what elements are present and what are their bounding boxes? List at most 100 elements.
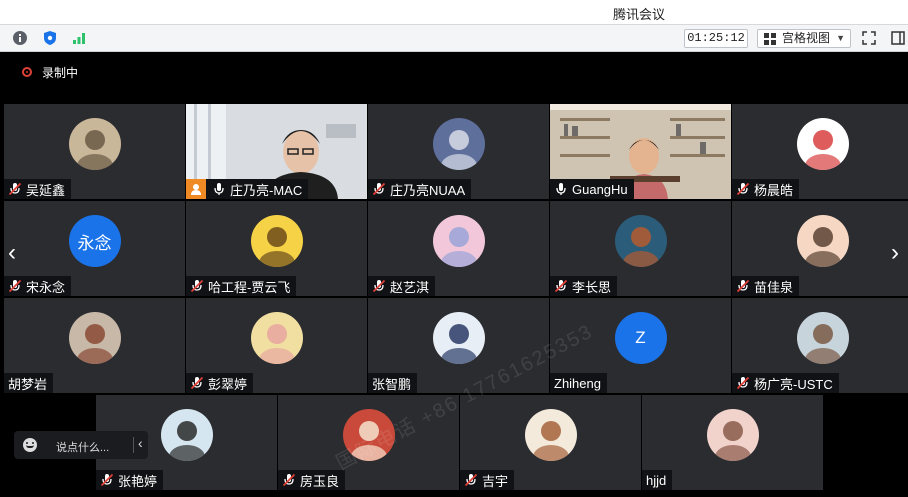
avatar xyxy=(68,312,121,364)
microphone-icon xyxy=(556,183,566,195)
participant-name-bar: 杨广亮-USTC xyxy=(732,373,839,393)
participant-name: 彭翠婷 xyxy=(208,376,248,392)
participant-tile[interactable]: hjjd xyxy=(642,395,823,490)
avatar xyxy=(796,312,849,364)
avatar: Z xyxy=(614,312,667,364)
sidebar-icon[interactable] xyxy=(890,30,906,46)
mic-muted-icon xyxy=(736,376,750,390)
avatar xyxy=(160,409,213,461)
participant-tile[interactable]: 房玉良 xyxy=(278,395,459,490)
participant-name: 张艳婷 xyxy=(118,473,158,489)
participant-tile[interactable]: 赵艺淇 xyxy=(368,201,549,296)
recording-label: 录制中 xyxy=(42,65,79,80)
chevron-down-icon: ▼ xyxy=(836,33,845,43)
participant-tile[interactable]: 彭翠婷 xyxy=(186,298,367,393)
info-icon[interactable] xyxy=(12,30,28,46)
participant-tile[interactable]: 永念 宋永念 xyxy=(4,201,185,296)
participant-tile[interactable]: 胡梦岩 xyxy=(4,298,185,393)
participant-name: 杨广亮-USTC xyxy=(754,376,833,392)
participant-name: 吉宇 xyxy=(482,473,509,489)
record-icon xyxy=(22,67,32,77)
participant-tile[interactable]: 杨晨皓 xyxy=(732,104,908,199)
avatar xyxy=(342,409,395,461)
chevron-left-icon[interactable]: ‹ xyxy=(138,435,143,451)
participant-name: 苗佳泉 xyxy=(754,279,794,295)
mic-muted-icon xyxy=(736,182,750,196)
participant-name: 宋永念 xyxy=(26,279,66,295)
chevron-left-icon[interactable]: ‹ xyxy=(3,238,21,268)
grid-view-icon xyxy=(764,33,776,50)
participant-name: Zhiheng xyxy=(554,375,601,391)
participant-name: hjjd xyxy=(646,472,667,488)
avatar xyxy=(250,312,303,364)
divider xyxy=(133,437,134,453)
participant-tile[interactable]: 庄乃亮NUAA xyxy=(368,104,549,199)
recording-indicator[interactable]: 录制中 xyxy=(22,64,78,80)
window-titlebar: 腾讯会议 xyxy=(0,0,908,25)
participant-name-bar: 赵艺淇 xyxy=(368,276,436,296)
avatar xyxy=(796,215,849,267)
mic-muted-icon xyxy=(190,376,204,390)
participant-name-bar: 李长思 xyxy=(550,276,618,296)
avatar xyxy=(432,312,485,364)
participant-tile[interactable]: 张智鹏 xyxy=(368,298,549,393)
mic-muted-icon xyxy=(372,182,386,196)
mic-muted-icon xyxy=(8,182,22,196)
participant-name-bar: 张智鹏 xyxy=(368,373,418,393)
mic-muted-icon xyxy=(554,279,568,293)
mic-muted-icon xyxy=(464,473,478,487)
participant-name-bar: GuangHu xyxy=(550,179,634,199)
participant-tile[interactable]: 杨广亮-USTC xyxy=(732,298,908,393)
chevron-right-icon[interactable]: › xyxy=(886,238,904,268)
participant-name-bar: 吴延鑫 xyxy=(4,179,72,199)
participant-name: 哈工程-贾云飞 xyxy=(208,279,291,295)
window-title: 腾讯会议 xyxy=(612,7,665,22)
participant-name: 张智鹏 xyxy=(372,376,412,392)
participant-tile[interactable]: 苗佳泉 xyxy=(732,201,908,296)
participant-tile[interactable]: GuangHu xyxy=(550,104,731,199)
emoji-icon[interactable] xyxy=(23,438,37,452)
participant-name-bar: 苗佳泉 xyxy=(732,276,800,296)
participant-name-bar: 宋永念 xyxy=(4,276,72,296)
mic-muted-icon xyxy=(8,279,22,293)
view-mode-dropdown[interactable]: 宫格视图 ▼ xyxy=(757,29,851,48)
participant-name: 杨晨皓 xyxy=(754,182,794,198)
mic-muted-icon xyxy=(282,473,296,487)
chat-input[interactable]: 说点什么... ‹ xyxy=(14,431,148,459)
avatar: 永念 xyxy=(68,215,121,267)
shield-icon[interactable] xyxy=(42,30,58,46)
participant-name-bar: 杨晨皓 xyxy=(732,179,800,199)
participant-name: 房玉良 xyxy=(300,473,340,489)
participant-tile[interactable]: 李长思 xyxy=(550,201,731,296)
avatar xyxy=(68,118,121,170)
mic-muted-icon xyxy=(100,473,114,487)
mic-muted-icon xyxy=(372,279,386,293)
view-mode-label: 宫格视图 xyxy=(782,31,831,45)
avatar xyxy=(706,409,759,461)
participant-tile[interactable]: 吉宇 xyxy=(460,395,641,490)
participant-tile[interactable]: Z Zhiheng xyxy=(550,298,731,393)
chat-placeholder: 说点什么... xyxy=(56,442,110,454)
participant-name-bar: hjjd xyxy=(642,470,673,490)
participant-tile[interactable]: 庄乃亮-MAC xyxy=(186,104,367,199)
participant-name-bar: 胡梦岩 xyxy=(4,373,54,393)
participant-tile[interactable]: 哈工程-贾云飞 xyxy=(186,201,367,296)
participant-name-bar: 吉宇 xyxy=(460,470,515,490)
fullscreen-icon[interactable] xyxy=(861,30,877,46)
meeting-timer: 01:25:12 xyxy=(684,29,748,48)
participant-name-bar: 庄乃亮-MAC xyxy=(186,179,309,199)
participant-name: 赵艺淇 xyxy=(390,279,430,295)
participant-name-bar: 张艳婷 xyxy=(96,470,164,490)
participant-name: 李长思 xyxy=(572,279,612,295)
avatar xyxy=(524,409,577,461)
signal-icon[interactable] xyxy=(71,30,87,46)
participant-tile[interactable]: 吴延鑫 xyxy=(4,104,185,199)
avatar xyxy=(432,118,485,170)
participant-name-bar: 庄乃亮NUAA xyxy=(368,179,472,199)
participant-name-bar: 哈工程-贾云飞 xyxy=(186,276,297,296)
participant-name-bar: 彭翠婷 xyxy=(186,373,254,393)
top-toolbar: 01:25:12 宫格视图 ▼ xyxy=(0,25,908,52)
avatar xyxy=(614,215,667,267)
avatar xyxy=(432,215,485,267)
microphone-icon xyxy=(214,183,224,195)
